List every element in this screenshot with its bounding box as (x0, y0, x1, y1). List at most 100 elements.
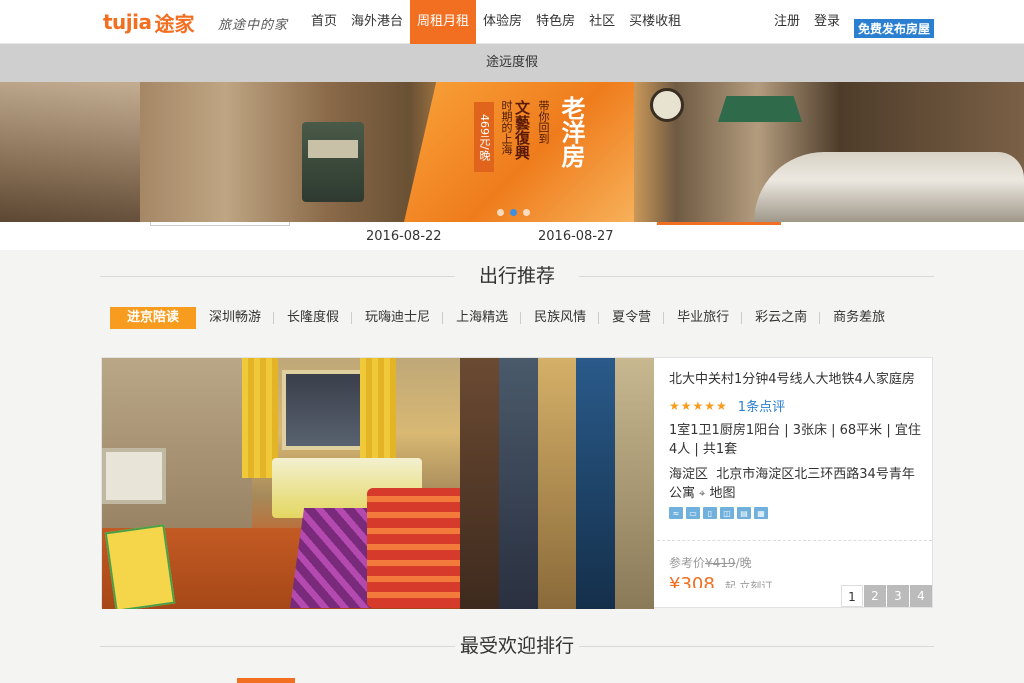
price-divider (657, 540, 932, 541)
tag-shenzhen[interactable]: 深圳畅游 (196, 307, 275, 329)
nav-item-featured[interactable]: 特色房 (529, 0, 582, 44)
subbar-link[interactable]: 途远度假 (486, 55, 538, 70)
account-links: 注册 登录 免费发布房屋 (760, 0, 934, 44)
recommend-title: 出行推荐 (478, 265, 555, 287)
checkout-date[interactable]: 2016-08-27 (538, 229, 614, 244)
hero-banner[interactable]: 469元/晚 时期的上海 文藝復興 带你回到 老洋房 (0, 82, 1024, 222)
gallery-strip[interactable] (460, 358, 499, 609)
recommend-section-title: 出行推荐 (100, 262, 934, 290)
pager-page-3[interactable]: 3 (887, 585, 909, 607)
divider-line (579, 646, 934, 647)
listing-pager: 1 2 3 4 (840, 585, 932, 607)
tag-disney[interactable]: 玩嗨迪士尼 (352, 307, 444, 329)
nav-item-overseas[interactable]: 海外港台 (344, 0, 410, 44)
banner-headline: 老洋房 (557, 96, 586, 168)
pager-page-2[interactable]: 2 (864, 585, 886, 607)
tujia-logo[interactable]: tujia 途家 (103, 8, 195, 36)
fridge-icon: ▯ (703, 507, 717, 519)
banner-text-line2: 文藝復興 (513, 100, 531, 160)
gallery-strip[interactable] (576, 358, 616, 609)
listing-district: 海淀区 (669, 467, 709, 482)
banner-dot[interactable] (497, 209, 504, 216)
listing-rating: ★★★★★ 1条点评 (669, 396, 927, 416)
tag-beijing-study[interactable]: 进京陪读 (110, 307, 197, 329)
wifi-icon: ≈ (669, 507, 683, 519)
publish-listing-button[interactable]: 免费发布房屋 (853, 18, 934, 38)
listing-title[interactable]: 北大中关村1分钟4号线人大地铁4人家庭房 (669, 370, 927, 390)
banner-clock (650, 88, 684, 122)
sub-nav-bar: 途远度假 (0, 44, 1024, 82)
logo-text-en: tujia (103, 10, 152, 34)
recommend-tags: 进京陪读 深圳畅游 长隆度假 玩嗨迪士尼 上海精选 民族风情 夏令营 毕业旅行 … (110, 307, 898, 329)
checkin-date[interactable]: 2016-08-22 (366, 229, 442, 244)
amenity-icons: ≈ ▭ ▯ ◫ ▤ ▦ (669, 507, 927, 519)
banner-pagination (497, 209, 530, 216)
tv-icon: ▭ (686, 507, 700, 519)
tag-business[interactable]: 商务差旅 (820, 307, 898, 329)
listing-photo[interactable] (102, 358, 654, 609)
banner-dot[interactable] (523, 209, 530, 216)
listing-specs: 1室1卫1厨房1阳台 | 3张床 | 68平米 | 宜住4人 | 共1套 (669, 423, 921, 457)
nav-item-buy-property[interactable]: 买楼收租 (622, 0, 688, 44)
slogan: 旅途中的家 (218, 18, 289, 33)
nav-item-community[interactable]: 社区 (582, 0, 622, 44)
divider-line (100, 646, 455, 647)
location-pin-icon: ⌖ (699, 487, 706, 500)
tag-ethnic[interactable]: 民族风情 (521, 307, 600, 329)
tag-shanghai[interactable]: 上海精选 (443, 307, 522, 329)
tag-yunnan[interactable]: 彩云之南 (742, 307, 821, 329)
ranking-section-title: 最受欢迎排行 (100, 632, 934, 660)
divider-line (579, 276, 934, 277)
photo-tv (102, 448, 166, 504)
listing-address: 海淀区 北京市海淀区北三环西路34号青年公寓 ⌖ 地图 (669, 465, 927, 503)
nav-item-home[interactable]: 首页 (304, 0, 344, 44)
top-navigation: tujia 途家 旅途中的家 首页 海外港台 周租月租 体验房 特色房 社区 买… (0, 0, 1024, 44)
reference-price-label: 参考价 (669, 556, 706, 570)
reviews-link[interactable]: 1条点评 (738, 396, 785, 415)
gallery-strip[interactable] (537, 358, 577, 609)
banner-awning (718, 96, 802, 122)
map-link[interactable]: 地图 (710, 486, 736, 501)
price-note[interactable]: 起 立刻订 (725, 580, 773, 588)
register-link[interactable]: 注册 (774, 0, 800, 50)
nav-item-weekly-monthly[interactable]: 周租月租 (410, 0, 477, 44)
ranking-tab-indicator (237, 678, 295, 683)
pager-page-4[interactable]: 4 (910, 585, 932, 607)
kitchen-icon: ▤ (737, 507, 751, 519)
current-price-value: ¥308 (669, 574, 715, 588)
washer-icon: ◫ (720, 507, 734, 519)
banner-text-line3: 带你回到 (537, 100, 550, 144)
photo-window (282, 370, 372, 450)
login-link[interactable]: 登录 (814, 0, 840, 50)
photo-gallery-strips (460, 358, 654, 609)
reference-price-unit: /晚 (735, 556, 752, 570)
divider-line (100, 276, 455, 277)
nav-item-experience[interactable]: 体验房 (476, 0, 529, 44)
tag-chimelong[interactable]: 长隆度假 (274, 307, 353, 329)
current-price: ¥308 起 立刻订 (669, 574, 772, 588)
banner-dot-active[interactable] (510, 209, 517, 216)
reference-price: 参考价¥419/晚 (669, 554, 752, 571)
thumbnail-frame (150, 222, 290, 226)
photo-sofa (367, 488, 467, 608)
banner-building (0, 82, 140, 222)
photo-sign (104, 524, 176, 609)
gallery-strip[interactable] (615, 358, 654, 609)
date-active-indicator (657, 222, 781, 225)
aircon-icon: ▦ (754, 507, 768, 519)
listing-card[interactable]: 北大中关村1分钟4号线人大地铁4人家庭房 ★★★★★ 1条点评 1室1卫1厨房1… (101, 357, 933, 609)
ranking-title: 最受欢迎排行 (459, 635, 574, 657)
main-nav: 首页 海外港台 周租月租 体验房 特色房 社区 买楼收租 (304, 0, 688, 44)
logo-text-cn: 途家 (154, 11, 195, 36)
star-rating-icon: ★★★★★ (669, 398, 728, 413)
pager-page-1[interactable]: 1 (841, 585, 863, 607)
listing-info: 北大中关村1分钟4号线人大地铁4人家庭房 ★★★★★ 1条点评 1室1卫1厨房1… (669, 370, 927, 519)
tag-graduation[interactable]: 毕业旅行 (664, 307, 743, 329)
tag-summer-camp[interactable]: 夏令营 (599, 307, 665, 329)
gallery-strip[interactable] (498, 358, 538, 609)
banner-price-tag: 469元/晚 (474, 102, 494, 172)
banner-tram (302, 122, 364, 202)
banner-vintage-car (754, 152, 1024, 222)
reference-price-value: ¥419 (705, 556, 736, 570)
date-strip: 2016-08-22 2016-08-27 (0, 222, 1024, 250)
